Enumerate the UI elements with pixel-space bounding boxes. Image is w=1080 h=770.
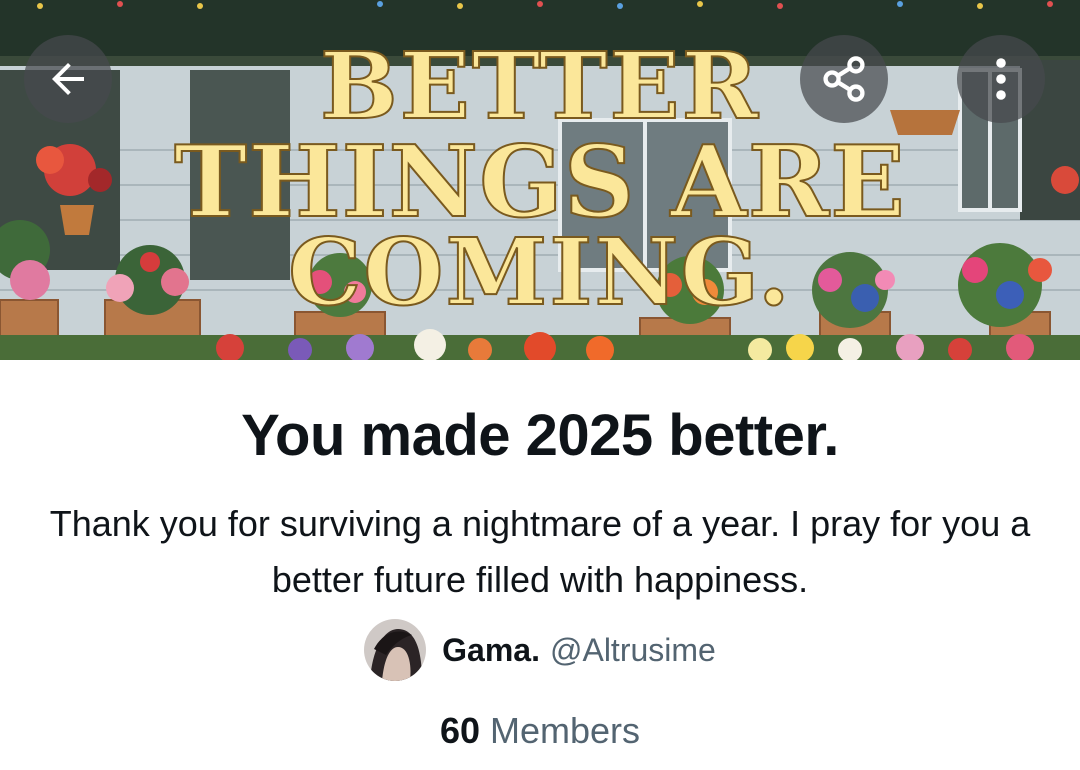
more-options-button[interactable] bbox=[957, 35, 1045, 123]
creator-handle[interactable]: @Altrusime bbox=[550, 632, 716, 669]
back-button[interactable] bbox=[24, 35, 112, 123]
banner-text-line-3: COMING. bbox=[288, 218, 792, 326]
member-count: 60 bbox=[439, 710, 480, 751]
banner-text-line-1: BETTER bbox=[320, 32, 760, 140]
avatar-image bbox=[364, 619, 427, 681]
share-button[interactable] bbox=[800, 35, 888, 123]
member-count-link[interactable]: 60 Members bbox=[0, 710, 1080, 752]
banner-image: BETTER THINGS ARE COMING. bbox=[0, 0, 1080, 360]
member-label: Members bbox=[490, 710, 641, 751]
community-creator[interactable]: Gama. @Altrusime bbox=[0, 619, 1080, 681]
share-icon bbox=[823, 56, 865, 102]
community-description: Thank you for surviving a nightmare of a… bbox=[49, 503, 1031, 600]
more-vertical-icon bbox=[996, 58, 1006, 100]
creator-avatar[interactable] bbox=[364, 619, 427, 681]
community-title: You made 2025 better. bbox=[241, 403, 839, 468]
creator-name[interactable]: Gama. bbox=[442, 632, 540, 669]
community-banner: BETTER THINGS ARE COMING. bbox=[0, 0, 1080, 360]
arrow-left-icon bbox=[52, 63, 84, 95]
